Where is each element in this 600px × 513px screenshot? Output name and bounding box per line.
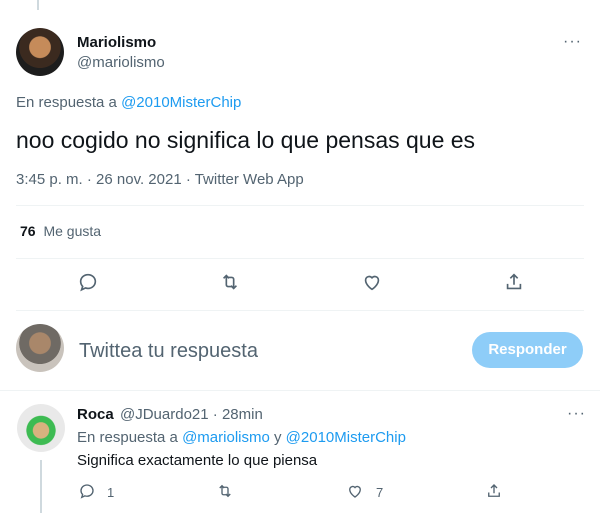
reply-author-avatar[interactable] <box>17 404 65 452</box>
like-icon[interactable] <box>346 482 364 500</box>
divider <box>0 390 600 391</box>
mention-link[interactable]: @mariolismo <box>182 429 270 446</box>
tweet-timestamp[interactable]: 3:45 p. m. · 26 nov. 2021 · Twitter Web … <box>16 171 304 188</box>
more-icon[interactable]: ··· <box>563 33 582 51</box>
reply-input[interactable]: Twittea tu respuesta <box>79 340 258 363</box>
like-icon[interactable] <box>361 271 383 293</box>
author-name[interactable]: Mariolismo <box>77 34 156 51</box>
divider <box>16 205 584 206</box>
share-icon[interactable] <box>503 271 525 293</box>
reply-icon[interactable] <box>78 482 96 500</box>
divider <box>16 258 584 259</box>
retweet-icon[interactable] <box>219 271 241 293</box>
divider <box>16 310 584 311</box>
reply-prefix: En respuesta a <box>77 429 178 446</box>
reply-prefix: En respuesta a <box>16 94 117 111</box>
more-icon[interactable]: ··· <box>567 405 586 423</box>
author-avatar[interactable] <box>16 28 64 76</box>
reply-handle-time[interactable]: @JDuardo21 · 28min <box>120 406 263 423</box>
reply-count: 1 <box>107 485 115 500</box>
mention-link[interactable]: @2010MisterChip <box>286 429 406 446</box>
likes-count[interactable]: 76 Me gusta <box>20 223 101 239</box>
reply-author-name[interactable]: Roca <box>77 406 114 423</box>
mention-link[interactable]: @2010MisterChip <box>121 94 241 111</box>
retweet-icon[interactable] <box>216 482 234 500</box>
reply-text: Significa exactamente lo que piensa <box>77 452 318 469</box>
like-count: 7 <box>376 485 384 500</box>
reply-conjunction: y <box>274 429 282 446</box>
user-avatar <box>16 324 64 372</box>
tweet-text: noo cogido no significa lo que pensas qu… <box>16 127 476 153</box>
author-handle[interactable]: @mariolismo <box>77 54 165 71</box>
reply-button[interactable]: Responder <box>472 332 583 368</box>
thread-line <box>40 460 42 513</box>
likes-number: 76 <box>20 223 36 239</box>
thread-line-top <box>37 0 39 10</box>
share-icon[interactable] <box>485 482 503 500</box>
likes-label: Me gusta <box>43 223 102 239</box>
reply-context: En respuesta a @mariolismo y @2010Mister… <box>77 429 406 446</box>
reply-context: En respuesta a @2010MisterChip <box>16 94 241 111</box>
reply-icon[interactable] <box>77 271 99 293</box>
